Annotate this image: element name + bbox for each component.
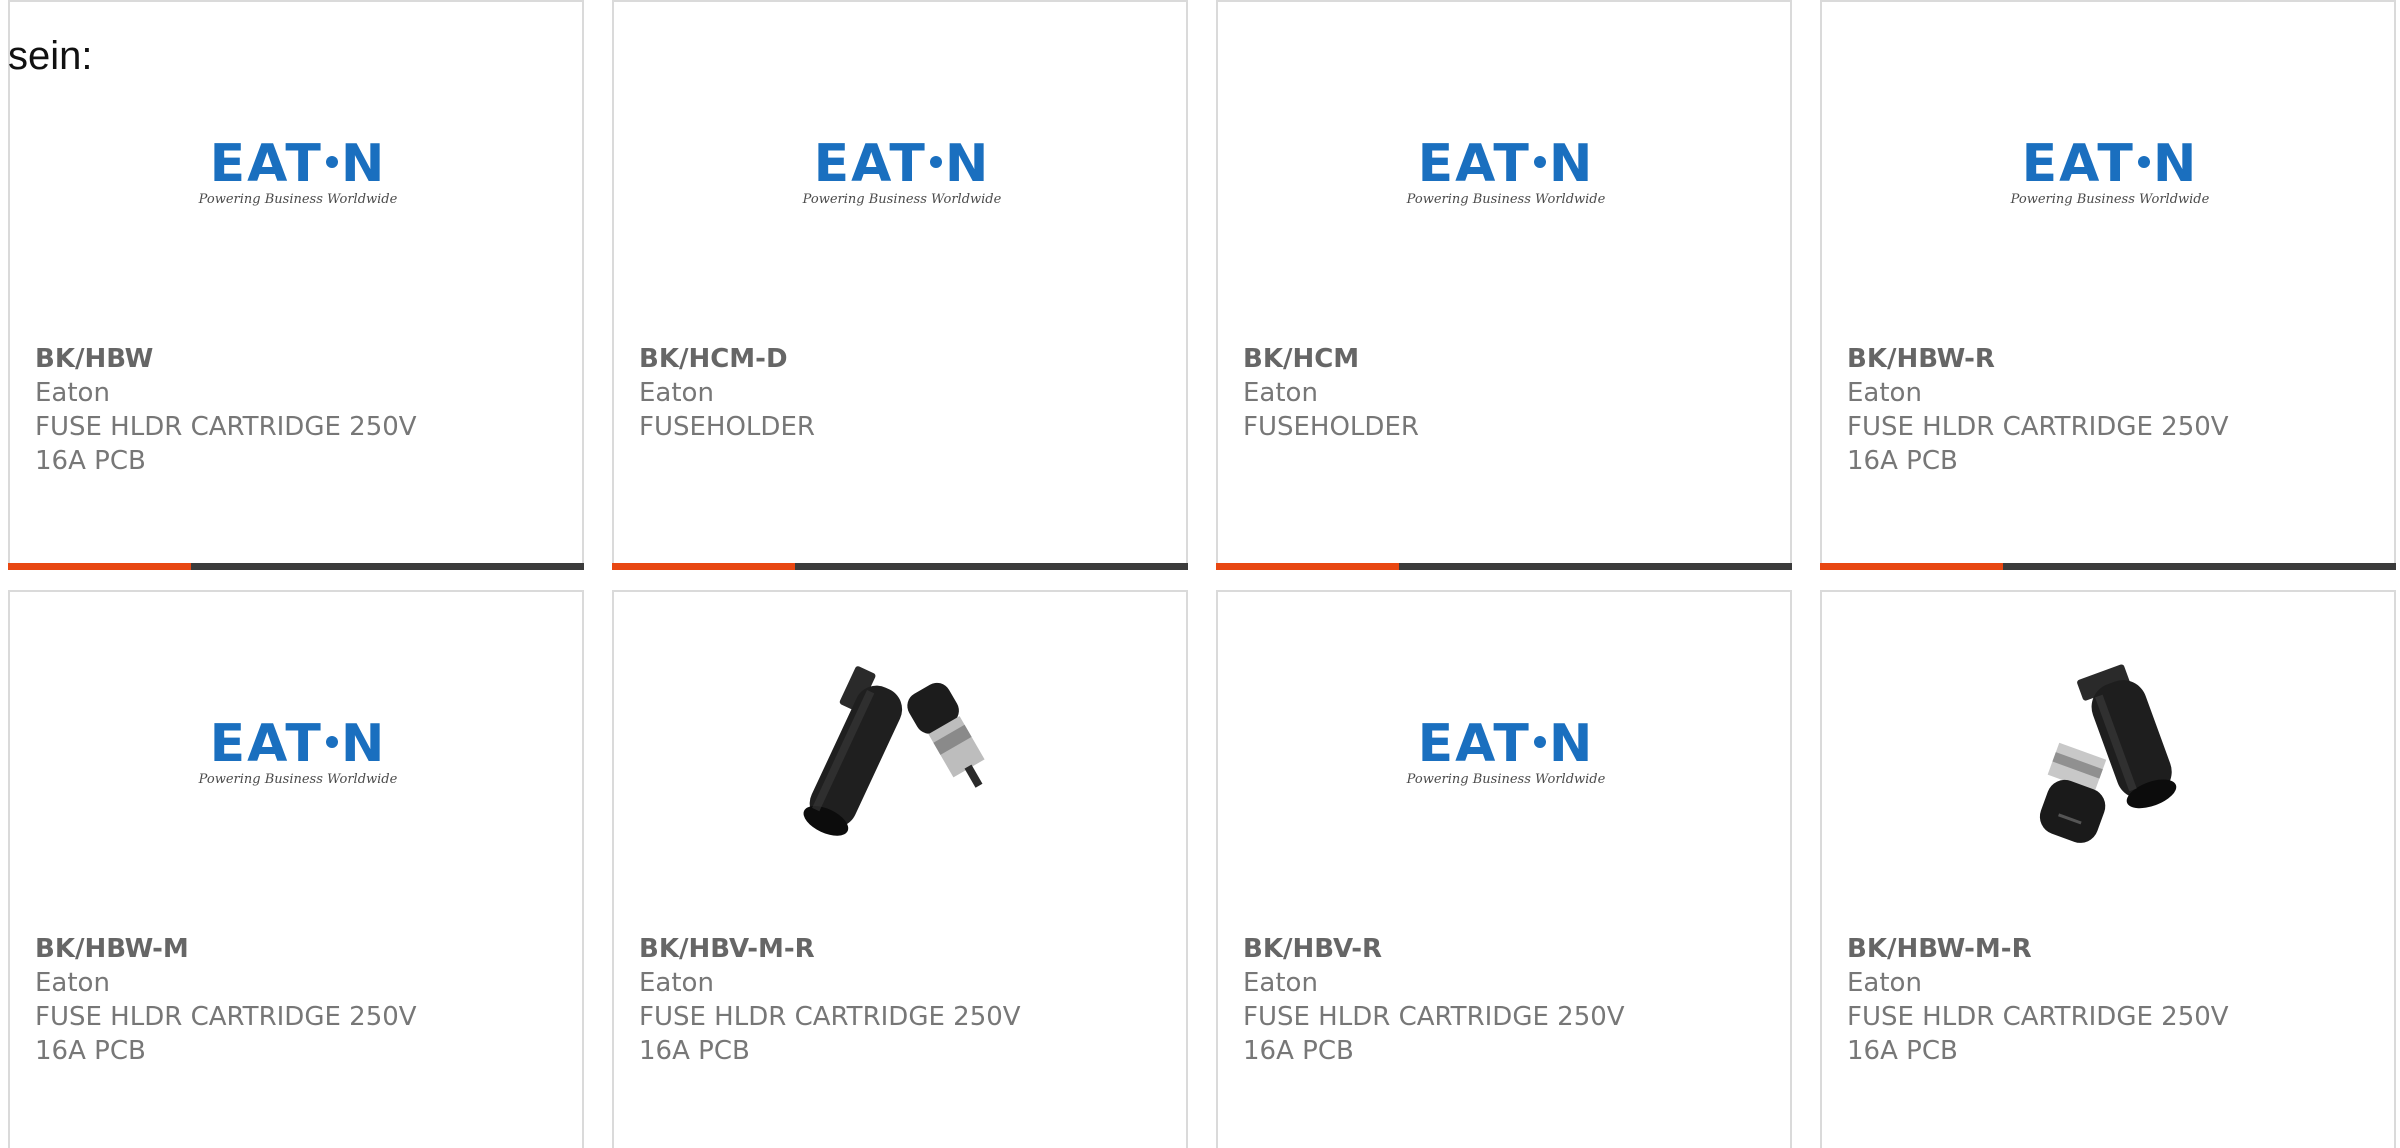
fuse-holder-photo-icon [2006, 652, 2214, 852]
part-number-link[interactable]: BK/HBW-M-R [1847, 932, 2032, 966]
product-image[interactable]: EAT N Powering Business Worldwide [1402, 72, 1610, 272]
product-image[interactable]: EAT N Powering Business Worldwide [194, 72, 402, 272]
eaton-logo-icon: EAT N Powering Business Worldwide [802, 133, 1002, 207]
manufacturer-label: Eaton [1847, 968, 1922, 998]
product-card-bk-hcm-d[interactable]: EAT N Powering Business Worldwide BK/HCM-… [612, 0, 1188, 570]
intro-text: sein: [8, 34, 93, 78]
card-bottom-bar [612, 563, 1188, 570]
eaton-logo-icon: EAT N Powering Business Worldwide [198, 133, 398, 207]
product-image[interactable]: EAT N Powering Business Worldwide [194, 652, 402, 852]
part-number-link[interactable]: BK/HBW [35, 342, 153, 376]
product-description: FUSE HLDR CARTRIDGE 250V 16A PCB [1847, 1002, 2229, 1066]
card-accent-bar [612, 563, 795, 570]
card-accent-bar [1820, 563, 2003, 570]
manufacturer-label: Eaton [1243, 378, 1318, 408]
part-number-link[interactable]: BK/HCM [1243, 342, 1359, 376]
product-card-bk-hbv-m-r[interactable]: BK/HBV-M-R Eaton FUSE HLDR CARTRIDGE 250… [612, 590, 1188, 1148]
manufacturer-label: Eaton [35, 968, 110, 998]
part-number-link[interactable]: BK/HBW-R [1847, 342, 1995, 376]
product-image[interactable]: EAT N Powering Business Worldwide [2006, 72, 2214, 272]
product-image[interactable]: EAT N Powering Business Worldwide [798, 72, 1006, 272]
manufacturer-label: Eaton [35, 378, 110, 408]
product-description: FUSE HLDR CARTRIDGE 250V 16A PCB [639, 1002, 1021, 1066]
manufacturer-label: Eaton [1847, 378, 1922, 408]
product-description: FUSEHOLDER [1243, 412, 1419, 442]
product-image[interactable]: EAT N Powering Business Worldwide [1402, 652, 1610, 852]
product-card-bk-hbw-m-r[interactable]: BK/HBW-M-R Eaton FUSE HLDR CARTRIDGE 250… [1820, 590, 2396, 1148]
manufacturer-label: Eaton [1243, 968, 1318, 998]
product-description: FUSE HLDR CARTRIDGE 250V 16A PCB [35, 412, 417, 476]
product-image[interactable] [2006, 652, 2214, 852]
part-number-link[interactable]: BK/HBW-M [35, 932, 189, 966]
product-card-bk-hcm[interactable]: EAT N Powering Business Worldwide BK/HCM … [1216, 0, 1792, 570]
card-accent-bar [8, 563, 191, 570]
eaton-logo-icon: EAT N Powering Business Worldwide [1406, 133, 1606, 207]
manufacturer-label: Eaton [639, 378, 714, 408]
product-description: FUSE HLDR CARTRIDGE 250V 16A PCB [1243, 1002, 1625, 1066]
product-description: FUSE HLDR CARTRIDGE 250V 16A PCB [35, 1002, 417, 1066]
product-card-bk-hbw-m[interactable]: EAT N Powering Business Worldwide BK/HBW-… [8, 590, 584, 1148]
fuse-holder-photo-icon [798, 652, 1006, 852]
product-image[interactable] [798, 652, 1006, 852]
product-description: FUSE HLDR CARTRIDGE 250V 16A PCB [1847, 412, 2229, 476]
eaton-logo-icon: EAT N Powering Business Worldwide [1406, 713, 1606, 787]
part-number-link[interactable]: BK/HBV-R [1243, 932, 1382, 966]
product-card-bk-hbv-r[interactable]: EAT N Powering Business Worldwide BK/HBV-… [1216, 590, 1792, 1148]
product-grid: EAT N Powering Business Worldwide BK/HBW … [8, 0, 2400, 1148]
card-accent-bar [1216, 563, 1399, 570]
eaton-logo-icon: EAT N Powering Business Worldwide [198, 713, 398, 787]
card-bottom-bar [1216, 563, 1792, 570]
card-bottom-bar [8, 563, 584, 570]
manufacturer-label: Eaton [639, 968, 714, 998]
eaton-logo-icon: EAT N Powering Business Worldwide [2010, 133, 2210, 207]
product-card-bk-hbw[interactable]: EAT N Powering Business Worldwide BK/HBW … [8, 0, 584, 570]
product-description: FUSEHOLDER [639, 412, 815, 442]
part-number-link[interactable]: BK/HCM-D [639, 342, 788, 376]
part-number-link[interactable]: BK/HBV-M-R [639, 932, 815, 966]
card-bottom-bar [1820, 563, 2396, 570]
product-card-bk-hbw-r[interactable]: EAT N Powering Business Worldwide BK/HBW-… [1820, 0, 2396, 570]
